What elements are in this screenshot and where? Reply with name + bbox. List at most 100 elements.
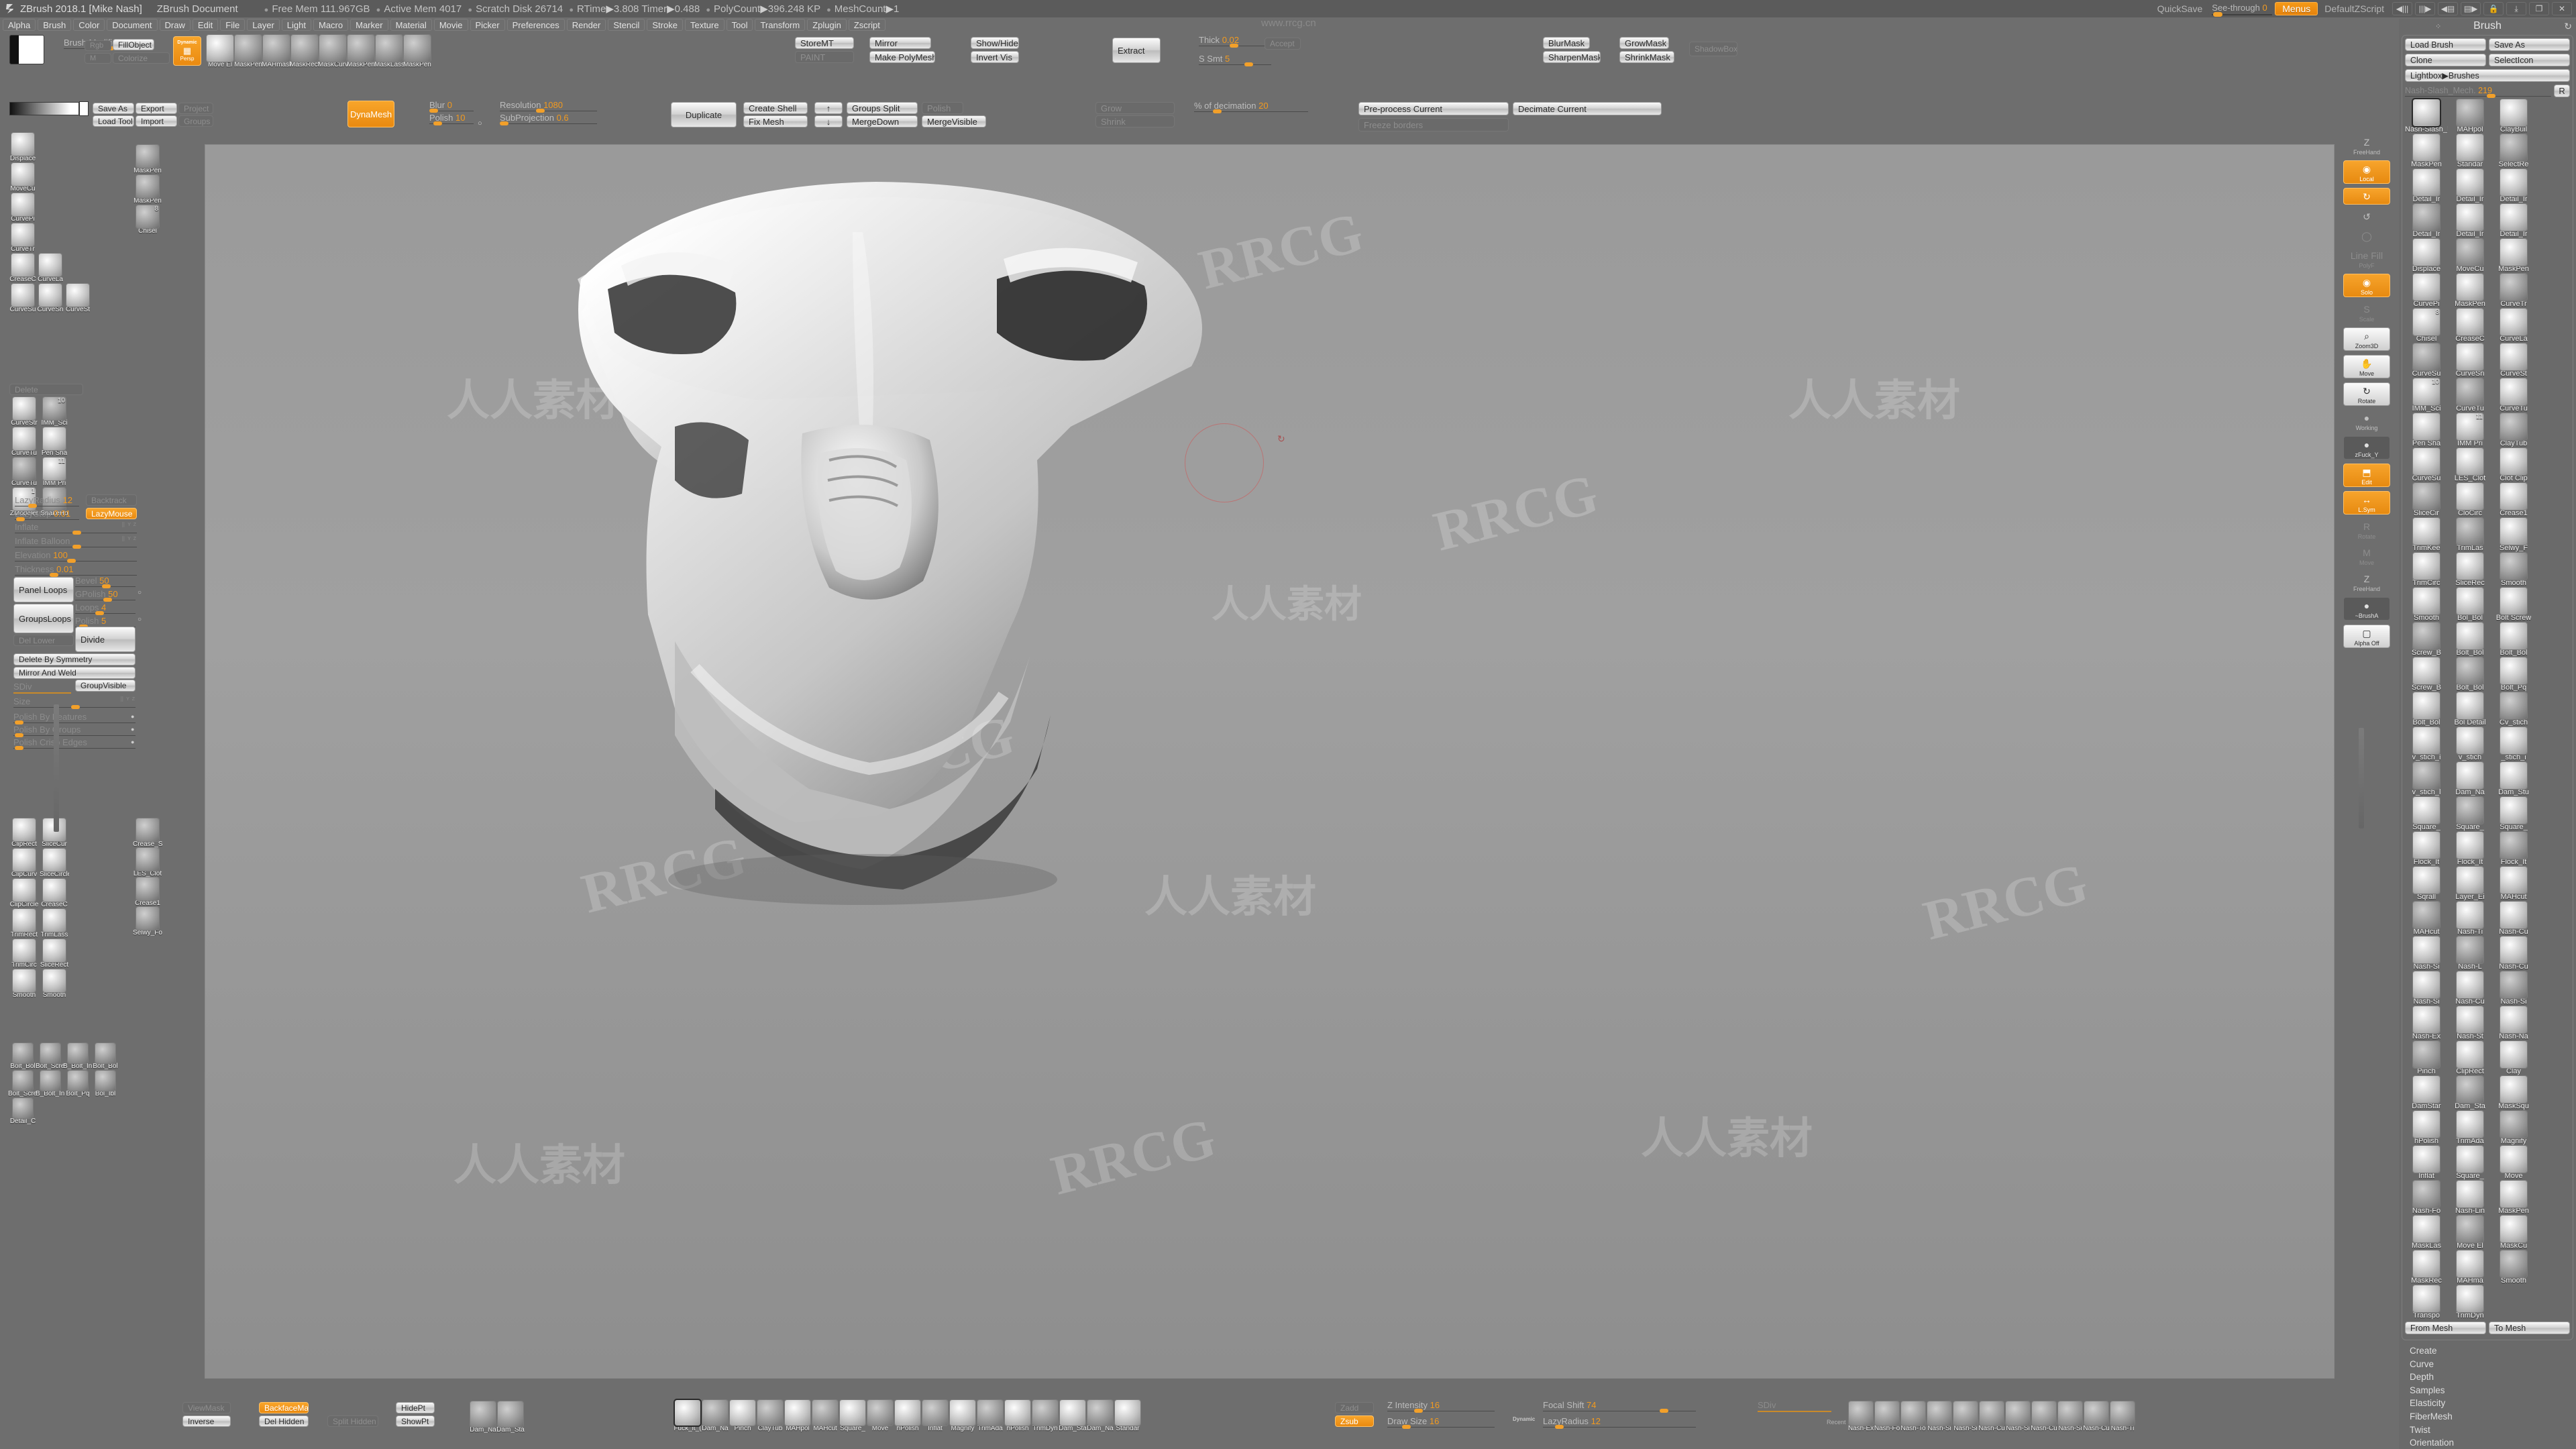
nash-brush[interactable]: Nash-Si	[1927, 1401, 1952, 1432]
recent-brush[interactable]: MAHpol	[784, 1400, 811, 1432]
lazyradius-knob[interactable]	[28, 504, 37, 508]
mergedown-button[interactable]: MergeDown	[847, 115, 918, 127]
palette-brush[interactable]: Nash-Cu	[2449, 971, 2491, 1006]
recent-brush[interactable]: ClayTub	[757, 1400, 784, 1432]
lazystep-slider[interactable]: LazyStep 0.01	[15, 508, 79, 520]
extract-button[interactable]: Extract	[1112, 38, 1161, 63]
palette-brush[interactable]: Nash-Si	[2492, 971, 2535, 1006]
palette-brush[interactable]: MaskPen	[2405, 134, 2448, 168]
menu-item-render[interactable]: Render	[567, 19, 606, 31]
del-hidden-button[interactable]: Del Hidden	[259, 1415, 309, 1427]
gradient-swatch[interactable]	[9, 102, 79, 115]
panel-loops-button[interactable]: Panel Loops	[13, 577, 74, 602]
menu-item-alpha[interactable]: Alpha	[3, 19, 36, 31]
zadd-button[interactable]: Zadd	[1335, 1402, 1374, 1413]
palette-brush[interactable]: Layer_Ei	[2449, 867, 2491, 901]
radio-icon[interactable]: ○	[478, 119, 482, 127]
mask-brush[interactable]: Dam_Na	[470, 1401, 496, 1434]
strip-solo-button[interactable]: ◉Solo	[2343, 274, 2390, 297]
palette-brush[interactable]: SelectRe	[2492, 134, 2535, 168]
del-lower-button[interactable]: Del Lower	[13, 635, 74, 646]
divide-button[interactable]: Divide	[75, 627, 136, 652]
left-brush-c[interactable]: Pen Sha	[40, 427, 69, 457]
clone-button[interactable]: Clone	[2405, 54, 2486, 66]
palette-brush[interactable]: Bolt Screw	[2492, 588, 2535, 622]
inflate-knob[interactable]	[72, 531, 81, 535]
mirror-and-weld-button[interactable]: Mirror And Weld	[13, 667, 136, 679]
menu-item-zplugin[interactable]: Zplugin	[807, 19, 847, 31]
alpha-swatch[interactable]	[9, 35, 44, 64]
grow-button[interactable]: Grow	[1095, 102, 1175, 114]
left-brush-c[interactable]: 10IMM_Sci	[40, 397, 69, 427]
palette-brush[interactable]: 10IMM_Sci	[2405, 378, 2448, 413]
left-brush-d[interactable]: CreaseC	[40, 879, 69, 908]
bottom-sdiv-slider[interactable]: SDiv	[1758, 1400, 1831, 1412]
nash-brush[interactable]: Nash-Cu	[2031, 1401, 2057, 1432]
recent-brush[interactable]: Pinch	[729, 1400, 756, 1432]
menu-item-stroke[interactable]: Stroke	[647, 19, 683, 31]
strip-freehand-button[interactable]: ZFreeHand	[2343, 134, 2390, 156]
shrinkmask-button[interactable]: ShrinkMask	[1619, 51, 1674, 63]
menu-item-material[interactable]: Material	[390, 19, 432, 31]
palette-brush[interactable]: MAHcut	[2492, 867, 2535, 901]
nash-brush[interactable]: Nash-Fo	[1874, 1401, 1900, 1432]
palette-brush[interactable]: Flock_It	[2405, 832, 2448, 866]
palette-brush[interactable]: MAHpol	[2449, 99, 2491, 133]
palette-brush[interactable]: Detail_Ir	[2449, 204, 2491, 238]
toolbar-brush-icon[interactable]: Move El	[207, 35, 233, 68]
growmask-button[interactable]: GrowMask	[1619, 37, 1669, 49]
palette-brush[interactable]: TrimDyn	[2449, 1285, 2491, 1320]
elevation-knob[interactable]	[67, 559, 76, 563]
palette-brush[interactable]: Cv_stich	[2492, 692, 2535, 727]
nash-brush[interactable]: Nash-Si	[2005, 1401, 2031, 1432]
selecticon-button[interactable]: SelectIcon	[2489, 54, 2570, 66]
menu-item-macro[interactable]: Macro	[313, 19, 348, 31]
invert-vis-button[interactable]: Invert Vis	[971, 51, 1019, 63]
inflate-slider[interactable]: Inflate⣿ Y Z	[15, 522, 137, 533]
left-brush-d[interactable]: TrimRect	[9, 909, 39, 938]
nash-brush[interactable]: Nash-Ti	[2110, 1401, 2135, 1432]
left-brush[interactable]: CurvePi	[9, 193, 36, 223]
palette-brush[interactable]: Inflat	[2405, 1146, 2448, 1180]
palette-brush[interactable]: Dam_Na	[2449, 762, 2491, 796]
palette-brush[interactable]: Dam_Sta	[2449, 1076, 2491, 1110]
left-brush[interactable]: Displace	[9, 133, 36, 162]
loops-slider[interactable]: Loops 4	[75, 602, 136, 614]
menu-item-movie[interactable]: Movie	[434, 19, 468, 31]
palette-brush[interactable]: Square_	[2449, 1146, 2491, 1180]
viewport-canvas[interactable]: CG RRCG 人人素材 RRCG 人人素材 RRCG 人人素材 RRCG 人人…	[205, 144, 2334, 1379]
gpolish-radio-icon[interactable]: ○	[138, 589, 142, 596]
toolbar-brush-icon[interactable]: MaskCurve	[319, 35, 346, 68]
palette-brush[interactable]: DamStar	[2405, 1076, 2448, 1110]
palette-brush[interactable]: Square_	[2405, 797, 2448, 831]
export-button[interactable]: Export	[136, 103, 177, 114]
scroll-left-icon[interactable]: ◀|||	[2392, 2, 2412, 15]
m-button[interactable]: M	[85, 53, 111, 64]
palette-brush[interactable]: Nash-Fo	[2405, 1181, 2448, 1215]
hidept-button[interactable]: HidePt	[396, 1402, 435, 1413]
palette-brush[interactable]: v_stich	[2449, 727, 2491, 761]
left-brush-f[interactable]: Bolt_Bol	[9, 1043, 36, 1070]
polish-button[interactable]: Polish	[922, 102, 963, 114]
palette-brush[interactable]: TrimAda	[2449, 1111, 2491, 1145]
palette-brush[interactable]: TrimCirc	[2405, 553, 2448, 587]
nash-brush[interactable]: Nash-Si	[2057, 1401, 2083, 1432]
left-brush-d[interactable]: TrimCirc	[9, 939, 39, 969]
strip-zfuck-material-button[interactable]: ●zFuck_Y	[2343, 436, 2390, 460]
palette-brush[interactable]: Detail_Ir	[2405, 204, 2448, 238]
thick-slider[interactable]: Thick 0.02	[1199, 35, 1271, 46]
subprojection-slider[interactable]: SubProjection 0.6	[500, 113, 597, 124]
brush-submenu-samples[interactable]: Samples	[2410, 1384, 2576, 1397]
left-brush[interactable]: CurveLa	[37, 254, 64, 283]
palette-brush[interactable]: Displace	[2405, 239, 2448, 273]
toolbar-brush-icon[interactable]: MaskLasso	[376, 35, 402, 68]
backtrack-button[interactable]: Backtrack	[86, 494, 137, 506]
blur-slider[interactable]: Blur 0	[429, 100, 474, 111]
palette-brush[interactable]: MaskPen	[2492, 1181, 2535, 1215]
strip-alpha-off-button[interactable]: ▢Alpha Off	[2343, 625, 2390, 648]
palette-brush[interactable]: Nash-St	[2449, 1006, 2491, 1040]
palette-brush[interactable]: Bolt_Bol	[2449, 623, 2491, 657]
dynamesh-button[interactable]: DynaMesh	[347, 101, 394, 127]
show-hide-all-button[interactable]: Show/HideAll	[971, 37, 1019, 49]
palette-brush[interactable]: Bolt_Bol	[2492, 623, 2535, 657]
